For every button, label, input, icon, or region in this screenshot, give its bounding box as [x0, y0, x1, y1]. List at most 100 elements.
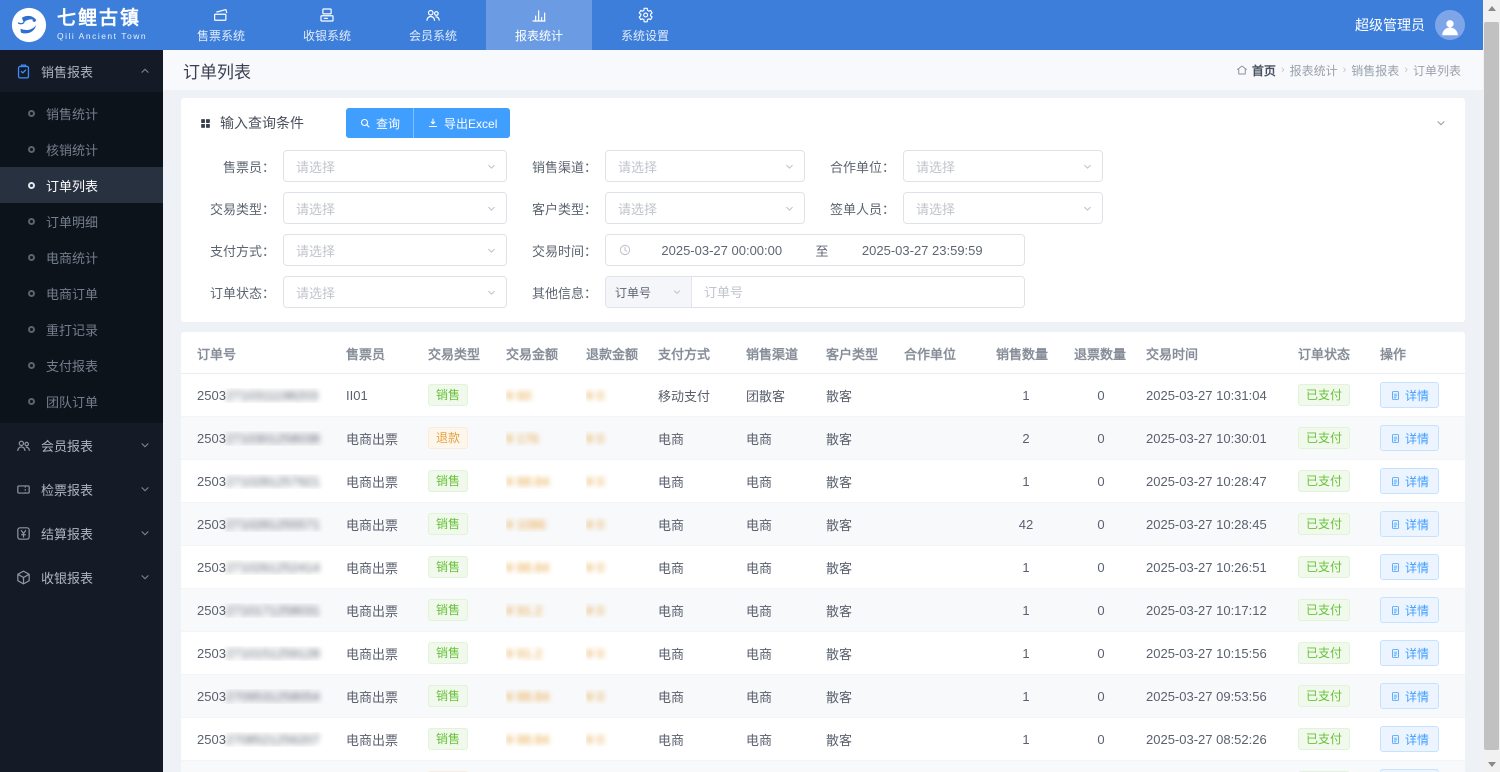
detail-button[interactable]: 详情 [1380, 640, 1439, 666]
order-status-select[interactable]: 请选择 [283, 276, 507, 308]
customer-type-select[interactable]: 请选择 [605, 192, 805, 224]
detail-button[interactable]: 详情 [1380, 597, 1439, 623]
sidebar-subitem-5[interactable]: 电商订单 [0, 275, 163, 311]
partner-unit-select[interactable]: 请选择 [903, 150, 1103, 182]
chevron-down-icon [139, 571, 151, 583]
radio-circle-icon [28, 218, 35, 225]
export-excel-button[interactable]: 导出Excel [413, 108, 510, 138]
action-cell: 详情 [1380, 683, 1460, 709]
status-badge: 已支付 [1298, 556, 1350, 578]
refund-quantity-cell: 0 [1074, 732, 1146, 747]
transaction-time-range[interactable]: 2025-03-27 00:00:00 至 2025-03-27 23:59:5… [605, 234, 1025, 266]
order-number-input[interactable] [692, 277, 1024, 307]
table-header-row: 订单号 售票员 交易类型 交易金额 退款金额 支付方式 销售渠道 客户类型 合作… [181, 334, 1465, 374]
breadcrumb-item[interactable]: 销售报表 [1351, 62, 1399, 79]
sidebar-subitem-6[interactable]: 重打记录 [0, 311, 163, 347]
customer-type-cell: 散客 [826, 386, 904, 405]
sidebar-section-settlement-reports[interactable]: 结算报表 [0, 511, 163, 555]
breadcrumb-home[interactable]: 首页 [1236, 62, 1276, 79]
status-badge: 已支付 [1298, 599, 1350, 621]
sidebar-subitem-1[interactable]: 核销统计 [0, 131, 163, 167]
refund-quantity-cell: 0 [1074, 431, 1146, 446]
amount-cell: ¥ 60 [506, 388, 586, 403]
sold-quantity-cell: 2 [996, 431, 1074, 446]
nav-tab-settings[interactable]: 系统设置 [592, 0, 698, 50]
user-name[interactable]: 超级管理员 [1355, 15, 1425, 35]
sidebar-section-cashier-reports[interactable]: 收银报表 [0, 555, 163, 599]
table-row: 25032700461254184 电商出票 退款 ¥ -243.2 ¥ 0 电… [181, 761, 1465, 772]
chevron-down-icon [486, 161, 497, 172]
sales-channel-cell: 电商 [746, 730, 826, 749]
ticket-seller-select[interactable]: 请选择 [283, 150, 507, 182]
nav-tab-ticketing[interactable]: 售票系统 [168, 0, 274, 50]
transaction-type-select[interactable]: 请选择 [283, 192, 507, 224]
refund-amount-cell: ¥ 0 [586, 603, 658, 618]
other-info-type-select[interactable]: 订单号 [606, 277, 692, 307]
sidebar-subitem-2[interactable]: 订单列表 [0, 167, 163, 203]
transaction-type-tag: 销售 [428, 470, 468, 492]
transaction-time-cell: 2025-03-27 10:30:01 [1146, 431, 1298, 446]
start-datetime[interactable]: 2025-03-27 00:00:00 [632, 243, 812, 258]
table-row: 25032709531258054 电商出票 销售 ¥ 88.84 ¥ 0 电商… [181, 675, 1465, 718]
nav-tab-members[interactable]: 会员系统 [380, 0, 486, 50]
sidebar-subitem-7[interactable]: 支付报表 [0, 347, 163, 383]
sidebar-subitem-0[interactable]: 销售统计 [0, 95, 163, 131]
transaction-time-cell: 2025-03-27 10:28:47 [1146, 474, 1298, 489]
document-icon [1390, 433, 1401, 444]
page-scrollbar[interactable] [1483, 0, 1500, 772]
payment-method-select[interactable]: 请选择 [283, 234, 507, 266]
end-datetime[interactable]: 2025-03-27 23:59:59 [833, 243, 1013, 258]
refund-quantity-cell: 0 [1074, 388, 1146, 403]
user-avatar[interactable] [1435, 10, 1465, 40]
transaction-type-tag: 销售 [428, 728, 468, 750]
sidebar-subitem-8[interactable]: 团队订单 [0, 383, 163, 419]
brand-title: 七鲤古镇 [57, 9, 147, 30]
detail-button[interactable]: 详情 [1380, 726, 1439, 752]
sidebar-section-member-reports[interactable]: 会员报表 [0, 423, 163, 467]
detail-button[interactable]: 详情 [1380, 468, 1439, 494]
detail-button[interactable]: 详情 [1380, 511, 1439, 537]
search-button[interactable]: 查询 [346, 108, 413, 138]
action-cell: 详情 [1380, 597, 1460, 623]
detail-button[interactable]: 详情 [1380, 382, 1439, 408]
seller-cell: 电商出票 [346, 644, 428, 663]
sidebar-section-sales-reports[interactable]: 销售报表 [0, 50, 163, 92]
document-icon [1390, 734, 1401, 745]
brand-logo[interactable]: 七鲤古镇 Qili Ancient Town [0, 6, 168, 44]
nav-tab-cashier[interactable]: 收银系统 [274, 0, 380, 50]
chevron-down-icon [784, 203, 795, 214]
page-title: 订单列表 [163, 58, 251, 83]
breadcrumb-item[interactable]: 报表统计 [1290, 62, 1338, 79]
sales-channel-select[interactable]: 请选择 [605, 150, 805, 182]
scrollbar-thumb[interactable] [1484, 22, 1499, 750]
sidebar-subitem-3[interactable]: 订单明细 [0, 203, 163, 239]
payment-method-cell: 电商 [658, 601, 746, 620]
sidebar-subitem-4[interactable]: 电商统计 [0, 239, 163, 275]
sold-quantity-cell: 1 [996, 603, 1074, 618]
amount-cell: ¥ 176 [506, 431, 586, 446]
collapse-panel-icon[interactable] [1435, 117, 1447, 129]
sidebar-section-ticket-check-reports[interactable]: 检票报表 [0, 467, 163, 511]
scroll-up-arrow[interactable] [1483, 0, 1500, 16]
table-row: 25032710261252414 电商出票 销售 ¥ 88.84 ¥ 0 电商… [181, 546, 1465, 589]
radio-circle-icon [28, 290, 35, 297]
cash-register-icon [318, 6, 336, 24]
detail-button[interactable]: 详情 [1380, 683, 1439, 709]
payment-method-cell: 移动支付 [658, 386, 746, 405]
order-table: 订单号 售票员 交易类型 交易金额 退款金额 支付方式 销售渠道 客户类型 合作… [181, 332, 1465, 772]
signer-select[interactable]: 请选择 [903, 192, 1103, 224]
sold-quantity-cell: 1 [996, 732, 1074, 747]
detail-button[interactable]: 详情 [1380, 425, 1439, 451]
detail-button[interactable]: 详情 [1380, 554, 1439, 580]
breadcrumb-current: 订单列表 [1413, 62, 1461, 79]
refund-quantity-cell: 0 [1074, 517, 1146, 532]
transaction-type-cell: 退款 [428, 427, 506, 449]
nav-tab-reports[interactable]: 报表统计 [486, 0, 592, 50]
radio-circle-icon [28, 182, 35, 189]
chevron-down-icon [1082, 203, 1093, 214]
tickets-icon [212, 6, 230, 24]
fish-logo-icon [10, 6, 48, 44]
seller-cell: 电商出票 [346, 558, 428, 577]
transaction-type-cell: 销售 [428, 599, 506, 621]
scroll-down-arrow[interactable] [1483, 756, 1500, 772]
